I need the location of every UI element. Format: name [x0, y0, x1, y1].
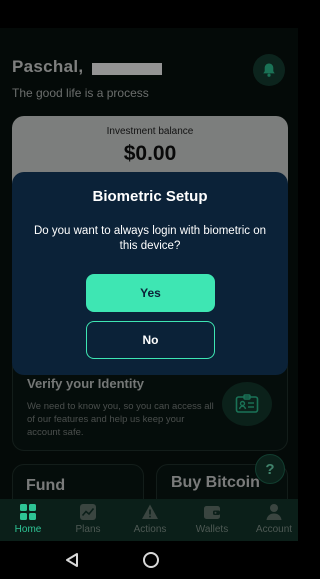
dialog-message: Do you want to always login with biometr…	[33, 225, 267, 252]
no-button[interactable]: No	[86, 321, 215, 359]
person-icon	[266, 504, 282, 520]
tab-wallets-label: Wallets	[195, 524, 229, 535]
wallet-icon	[204, 506, 220, 519]
tab-plans[interactable]: Plans	[60, 503, 116, 539]
tab-wallets[interactable]: Wallets	[184, 503, 240, 539]
chart-icon	[80, 504, 96, 520]
biometric-setup-dialog: Biometric Setup Do you want to always lo…	[12, 172, 288, 375]
tab-plans-label: Plans	[75, 524, 101, 535]
warning-icon	[142, 504, 158, 519]
bottom-tab-bar: Home Plans Actions Wallets Account	[0, 499, 298, 541]
tab-actions[interactable]: Actions	[122, 503, 178, 539]
tab-account-label: Account	[255, 524, 293, 535]
home-circle-icon[interactable]	[143, 552, 159, 568]
yes-button[interactable]: Yes	[86, 274, 215, 312]
android-nav-bar	[0, 541, 298, 579]
home-grid-icon	[20, 504, 36, 520]
back-triangle-icon[interactable]	[64, 552, 80, 568]
dialog-title: Biometric Setup	[92, 188, 208, 205]
tab-actions-label: Actions	[133, 524, 167, 535]
tab-home-label: Home	[14, 524, 42, 535]
tab-home[interactable]: Home	[0, 503, 56, 539]
tab-account[interactable]: Account	[246, 503, 298, 539]
app-screen: Paschal, The good life is a process Inve…	[0, 0, 298, 541]
